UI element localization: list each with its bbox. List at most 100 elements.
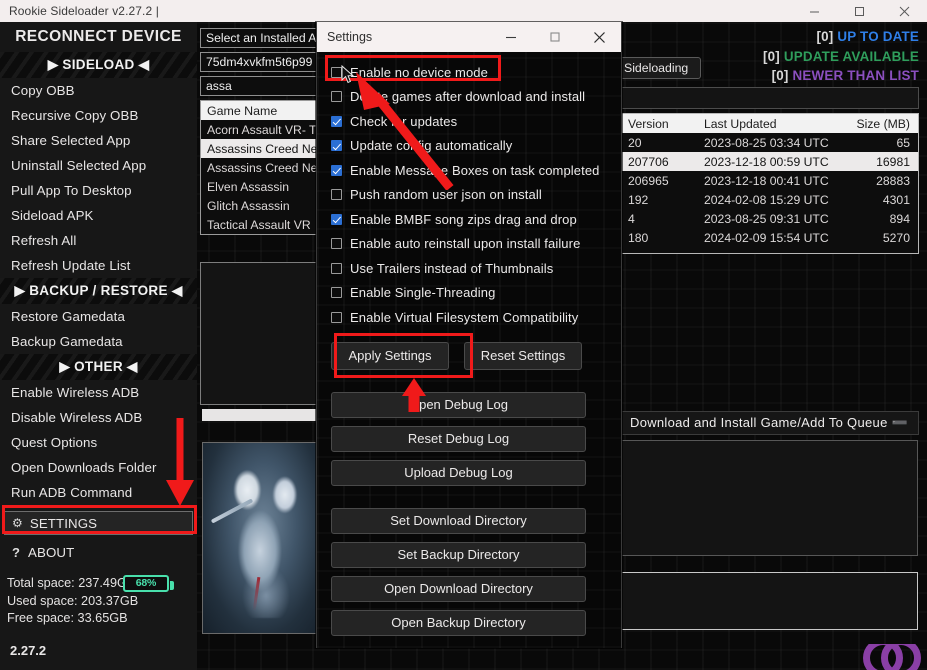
sidebar-item-refresh-all[interactable]: Refresh All xyxy=(0,228,197,253)
list-item[interactable]: Tactical Assault VR xyxy=(201,215,334,234)
settings-action-row: Apply Settings Reset Settings xyxy=(331,341,621,370)
sidebar-item-disable-wireless-adb[interactable]: Disable Wireless ADB xyxy=(0,405,197,430)
column-header-size: Size (MB) xyxy=(856,116,911,131)
setting-enable-bmbf-drag-drop[interactable]: Enable BMBF song zips drag and drop xyxy=(331,207,621,232)
checkbox-icon[interactable] xyxy=(331,311,342,323)
sidebar-item-copy-obb[interactable]: Copy OBB xyxy=(0,78,197,103)
cell-version: 192 xyxy=(628,192,649,207)
settings-dialog: Settings Enable no device mode Delete ga… xyxy=(316,22,622,648)
sidebar-item-settings[interactable]: ⚙ SETTINGS xyxy=(4,511,193,535)
open-backup-directory-button[interactable]: Open Backup Directory xyxy=(331,609,586,636)
upload-debug-log-button[interactable]: Upload Debug Log xyxy=(331,459,586,486)
list-item[interactable]: Glitch Assassin xyxy=(201,196,334,215)
sidebar-item-run-adb-command[interactable]: Run ADB Command xyxy=(0,480,197,505)
setting-enable-virtual-filesystem[interactable]: Enable Virtual Filesystem Compatibility xyxy=(331,305,621,330)
table-row[interactable]: 207706 2023-12-18 00:59 UTC 16981 xyxy=(620,152,918,171)
used-space: Used space: 203.37GB xyxy=(7,593,139,608)
sidebar-item-backup-gamedata[interactable]: Backup Gamedata xyxy=(0,329,197,354)
table-row[interactable]: 206965 2023-12-18 00:41 UTC 28883 xyxy=(620,171,918,190)
settings-window-controls xyxy=(489,22,621,52)
game-search-input[interactable]: assa xyxy=(200,76,335,96)
center-panel: Select an Installed A 75dm4xvkfm5t6p99 a… xyxy=(200,28,335,235)
table-row[interactable]: 4 2023-08-25 09:31 UTC 894 xyxy=(620,209,918,228)
settings-maximize-icon[interactable] xyxy=(533,22,577,52)
setting-label: Push random user json on install xyxy=(350,187,542,203)
checkbox-icon[interactable] xyxy=(331,140,342,152)
open-download-directory-button[interactable]: Open Download Directory xyxy=(331,575,586,602)
checkbox-icon[interactable] xyxy=(331,66,342,78)
reset-debug-log-button[interactable]: Reset Debug Log xyxy=(331,425,586,452)
device-id-field[interactable]: 75dm4xvkfm5t6p99 xyxy=(200,52,335,72)
status-up-to-date-label: UP TO DATE xyxy=(837,29,919,44)
sidebar-item-sideload-apk[interactable]: Sideload APK xyxy=(0,203,197,228)
set-download-directory-button[interactable]: Set Download Directory xyxy=(331,507,586,534)
sidebar-item-pull-app-to-desktop[interactable]: Pull App To Desktop xyxy=(0,178,197,203)
sidebar-item-share-selected-app[interactable]: Share Selected App xyxy=(0,128,197,153)
sidebar-item-about[interactable]: ? ABOUT xyxy=(0,540,197,565)
setting-enable-single-threading[interactable]: Enable Single-Threading xyxy=(331,281,621,306)
setting-label: Enable auto reinstall upon install failu… xyxy=(350,236,581,252)
game-list-header: Game Name xyxy=(201,101,334,120)
installed-app-select[interactable]: Select an Installed A xyxy=(200,28,335,48)
setting-use-trailers[interactable]: Use Trailers instead of Thumbnails xyxy=(331,256,621,281)
checkbox-icon[interactable] xyxy=(331,238,342,250)
checkbox-icon[interactable] xyxy=(331,213,342,225)
setting-push-random-user-json[interactable]: Push random user json on install xyxy=(331,183,621,208)
close-icon[interactable] xyxy=(882,0,927,22)
table-row[interactable]: 20 2023-08-25 03:34 UTC 65 xyxy=(620,133,918,152)
setting-check-for-updates[interactable]: Check for updates xyxy=(331,109,621,134)
sidebar-item-open-downloads-folder[interactable]: Open Downloads Folder xyxy=(0,455,197,480)
list-item[interactable]: Elven Assassin xyxy=(201,177,334,196)
apply-settings-button[interactable]: Apply Settings xyxy=(331,341,449,370)
list-item[interactable]: Assassins Creed Nex xyxy=(201,158,334,177)
cell-size: 5270 xyxy=(882,230,910,245)
sidebar-section-backup-restore: ▶ BACKUP / RESTORE ◀ xyxy=(0,278,197,304)
reset-settings-button[interactable]: Reset Settings xyxy=(464,341,582,370)
version-table[interactable]: Version Last Updated Size (MB) 20 2023-0… xyxy=(619,113,919,254)
checkbox-icon[interactable] xyxy=(331,262,342,274)
settings-close-icon[interactable] xyxy=(577,22,621,52)
cell-version: 4 xyxy=(628,211,635,226)
status-newer-than-list: [0] NEWER THAN LIST xyxy=(763,66,919,86)
cell-size: 16981 xyxy=(876,154,910,169)
checkbox-icon[interactable] xyxy=(331,287,342,299)
setting-enable-auto-reinstall[interactable]: Enable auto reinstall upon install failu… xyxy=(331,232,621,257)
setting-label: Enable Single-Threading xyxy=(350,285,496,301)
list-item[interactable]: Acorn Assault VR- Th xyxy=(201,120,334,139)
status-newer-than-list-label: NEWER THAN LIST xyxy=(792,68,919,83)
sidebar-item-refresh-update-list[interactable]: Refresh Update List xyxy=(0,253,197,278)
open-debug-log-button[interactable]: Open Debug Log xyxy=(331,391,586,418)
sidebar-item-uninstall-selected-app[interactable]: Uninstall Selected App xyxy=(0,153,197,178)
reconnect-device-button[interactable]: RECONNECT DEVICE xyxy=(0,22,197,52)
battery-indicator: 68% xyxy=(123,575,174,592)
status-update-available: [0] UPDATE AVAILABLE xyxy=(763,47,919,67)
setting-update-config-automatically[interactable]: Update config automatically xyxy=(331,134,621,159)
checkbox-icon[interactable] xyxy=(331,164,342,176)
right-search-bar[interactable] xyxy=(619,87,919,109)
setting-enable-message-boxes[interactable]: Enable Message Boxes on task completed xyxy=(331,158,621,183)
sidebar-item-enable-wireless-adb[interactable]: Enable Wireless ADB xyxy=(0,380,197,405)
table-row[interactable]: 192 2024-02-08 15:29 UTC 4301 xyxy=(620,190,918,209)
setting-delete-games-after-install[interactable]: Delete games after download and install xyxy=(331,85,621,110)
checkbox-icon[interactable] xyxy=(331,115,342,127)
game-thumbnail xyxy=(202,442,325,634)
storage-info: Total space: 237.49GB Used space: 203.37… xyxy=(0,575,197,628)
set-backup-directory-button[interactable]: Set Backup Directory xyxy=(331,541,586,568)
sidebar-item-recursive-copy-obb[interactable]: Recursive Copy OBB xyxy=(0,103,197,128)
gear-icon: ⚙ xyxy=(12,516,23,530)
checkbox-icon[interactable] xyxy=(331,189,342,201)
table-row[interactable]: 180 2024-02-09 15:54 UTC 5270 xyxy=(620,228,918,247)
tab-sideloading[interactable]: Sideloading xyxy=(617,57,701,79)
sidebar-item-restore-gamedata[interactable]: Restore Gamedata xyxy=(0,304,197,329)
minimize-icon[interactable] xyxy=(792,0,837,22)
checkbox-icon[interactable] xyxy=(331,91,342,103)
list-item[interactable]: Assassins Creed Nex xyxy=(201,139,334,158)
question-mark-icon: ? xyxy=(12,545,21,560)
setting-label: Use Trailers instead of Thumbnails xyxy=(350,260,554,276)
game-list[interactable]: Game Name Acorn Assault VR- Th Assassins… xyxy=(200,100,335,235)
sidebar-item-quest-options[interactable]: Quest Options xyxy=(0,430,197,455)
settings-minimize-icon[interactable] xyxy=(489,22,533,52)
download-install-button[interactable]: Download and Install Game/Add To Queue ➖ xyxy=(619,411,919,435)
maximize-icon[interactable] xyxy=(837,0,882,22)
setting-enable-no-device-mode[interactable]: Enable no device mode xyxy=(331,60,621,85)
